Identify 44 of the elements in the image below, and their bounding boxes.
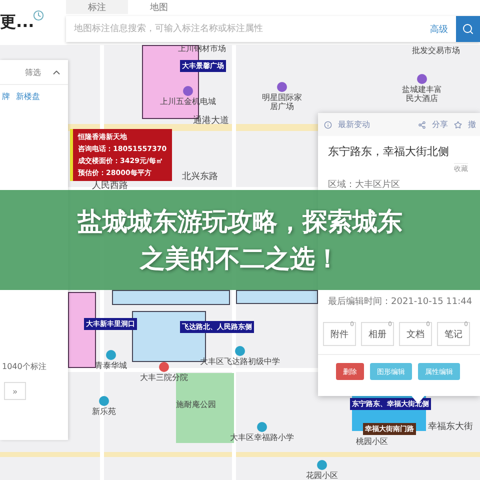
place-label: 批发交易市场 — [412, 46, 460, 56]
app-title: 更... — [0, 11, 30, 33]
clock-icon[interactable] — [33, 10, 44, 21]
road-label: 人民西路 — [92, 180, 128, 192]
place-label: 桃园小区 — [356, 437, 388, 446]
banner-text: 之美的不二之选！ — [140, 243, 340, 275]
category-link[interactable]: 牌 — [2, 91, 10, 102]
latest-changes-link[interactable]: 最新变动 — [338, 119, 370, 130]
marker-count: 1040个标注 — [1, 361, 48, 372]
road-label: 通港大道 — [193, 114, 229, 127]
place-marker-icon — [106, 350, 116, 360]
place-marker-icon — [257, 422, 267, 432]
place-label: 大丰三院分院 — [140, 373, 188, 382]
place-label: 大丰区幸福路小学 — [230, 433, 294, 442]
advanced-link[interactable]: 高级 — [430, 22, 448, 36]
filter-button[interactable]: 筛选 — [25, 66, 41, 78]
place-marker-icon — [99, 396, 109, 406]
road-label: 幸福东大街 — [428, 420, 473, 433]
star-icon — [454, 120, 462, 128]
place-label: 明星国际家居广场 — [262, 93, 302, 112]
attribute-text: 最后编辑时间：2021-10-15 11:44 — [328, 296, 470, 308]
search-field[interactable]: 地图标注信息搜索，可输入标注名称或标注属性 高级 — [66, 16, 480, 42]
search-button[interactable] — [456, 16, 480, 42]
place-label: 花园小区 — [306, 471, 338, 480]
place-label: 新乐苑 — [92, 407, 116, 416]
search-icon — [462, 23, 474, 35]
place-marker-icon — [159, 362, 169, 372]
place-label: 盐城建丰富民大酒店 — [401, 85, 443, 104]
place-marker-icon — [277, 82, 287, 92]
attribute-text: 区域：大丰区片区 — [328, 178, 401, 191]
category-link[interactable]: 新楼盘 — [16, 91, 40, 102]
place-label: 施耐庵公园 — [176, 400, 216, 410]
revoke-link[interactable]: 撤 — [468, 119, 476, 130]
info-icon — [324, 120, 332, 128]
share-link[interactable]: 分享 — [432, 119, 448, 130]
banner-text: 盐城城东游玩攻略，探索城东 — [78, 206, 402, 238]
tab[interactable]: 标注 — [66, 0, 128, 14]
place-marker-icon — [235, 346, 245, 356]
road-label: 北兴东路 — [182, 170, 218, 183]
share-icon — [418, 120, 426, 128]
place-marker-icon — [417, 74, 427, 84]
next-page-button[interactable]: » — [4, 382, 26, 400]
place-marker-icon — [317, 460, 327, 470]
panel-title: 东宁路东，幸福大街北侧 — [327, 144, 450, 160]
